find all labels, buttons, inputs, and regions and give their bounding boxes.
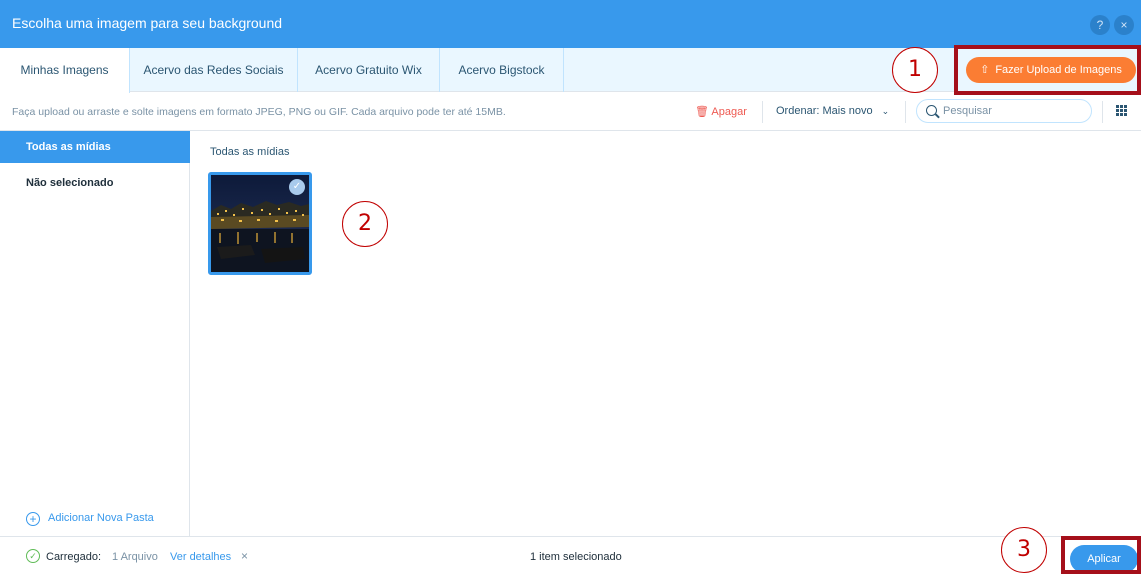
- uploaded-count: 1 Arquivo: [112, 551, 158, 563]
- dialog-title: Escolha uma imagem para seu background: [12, 15, 283, 31]
- highlight-box-apply: [1061, 536, 1141, 574]
- selected-check-icon: ✓: [289, 179, 305, 195]
- toolbar-divider: [762, 101, 763, 123]
- search-icon: [926, 105, 937, 116]
- delete-button[interactable]: 🗑 Apagar: [695, 105, 747, 118]
- grid-view-icon[interactable]: [1116, 105, 1127, 116]
- content-title: Todas as mídias: [210, 146, 290, 158]
- trash-icon: 🗑: [695, 106, 709, 118]
- step-marker-2: 2: [342, 201, 388, 247]
- toolbar: Faça upload ou arraste e solte imagens e…: [0, 93, 1141, 131]
- uploaded-label: Carregado:: [46, 551, 102, 563]
- sort-dropdown[interactable]: Ordenar: Mais novo ⌄: [776, 105, 889, 117]
- success-check-icon: ✓: [26, 549, 40, 563]
- upload-hint: Faça upload ou arraste e solte imagens e…: [12, 106, 506, 118]
- search-box: [916, 99, 1092, 123]
- sidebar-item-all-media[interactable]: Todas as mídias: [0, 131, 190, 163]
- sort-label: Ordenar: Mais novo: [776, 105, 873, 117]
- plus-icon: +: [26, 512, 40, 526]
- folder-sidebar: Todas as mídias Não selecionado + Adicion…: [0, 131, 190, 536]
- step-marker-1: 1: [892, 47, 938, 93]
- image-thumbnail[interactable]: ✓: [208, 172, 312, 275]
- tab-acervo-bigstock[interactable]: Acervo Bigstock: [440, 48, 564, 92]
- dismiss-upload-icon[interactable]: ×: [241, 549, 248, 563]
- search-input[interactable]: [943, 103, 1083, 119]
- selection-count: 1 item selecionado: [530, 551, 622, 563]
- close-icon[interactable]: ×: [1114, 15, 1134, 35]
- view-details-link[interactable]: Ver detalhes: [170, 551, 231, 563]
- toolbar-divider: [905, 101, 906, 123]
- dialog-header: Escolha uma imagem para seu background ?…: [0, 0, 1141, 48]
- sidebar-item-unselected[interactable]: Não selecionado: [0, 167, 190, 199]
- add-folder-label: Adicionar Nova Pasta: [48, 512, 154, 524]
- tab-minhas-imagens[interactable]: Minhas Imagens: [0, 48, 130, 93]
- highlight-box-upload: [954, 45, 1141, 95]
- delete-label: Apagar: [711, 106, 747, 118]
- help-icon[interactable]: ?: [1090, 15, 1110, 35]
- chevron-down-icon: ⌄: [881, 106, 890, 116]
- dialog-footer: ✓ Carregado: 1 Arquivo Ver detalhes × 1 …: [0, 536, 1141, 574]
- tab-acervo-gratuito-wix[interactable]: Acervo Gratuito Wix: [298, 48, 440, 92]
- step-marker-3: 3: [1001, 527, 1047, 573]
- toolbar-divider: [1102, 101, 1103, 123]
- add-folder-button[interactable]: + Adicionar Nova Pasta: [26, 512, 154, 526]
- tab-acervo-redes-sociais[interactable]: Acervo das Redes Sociais: [130, 48, 298, 92]
